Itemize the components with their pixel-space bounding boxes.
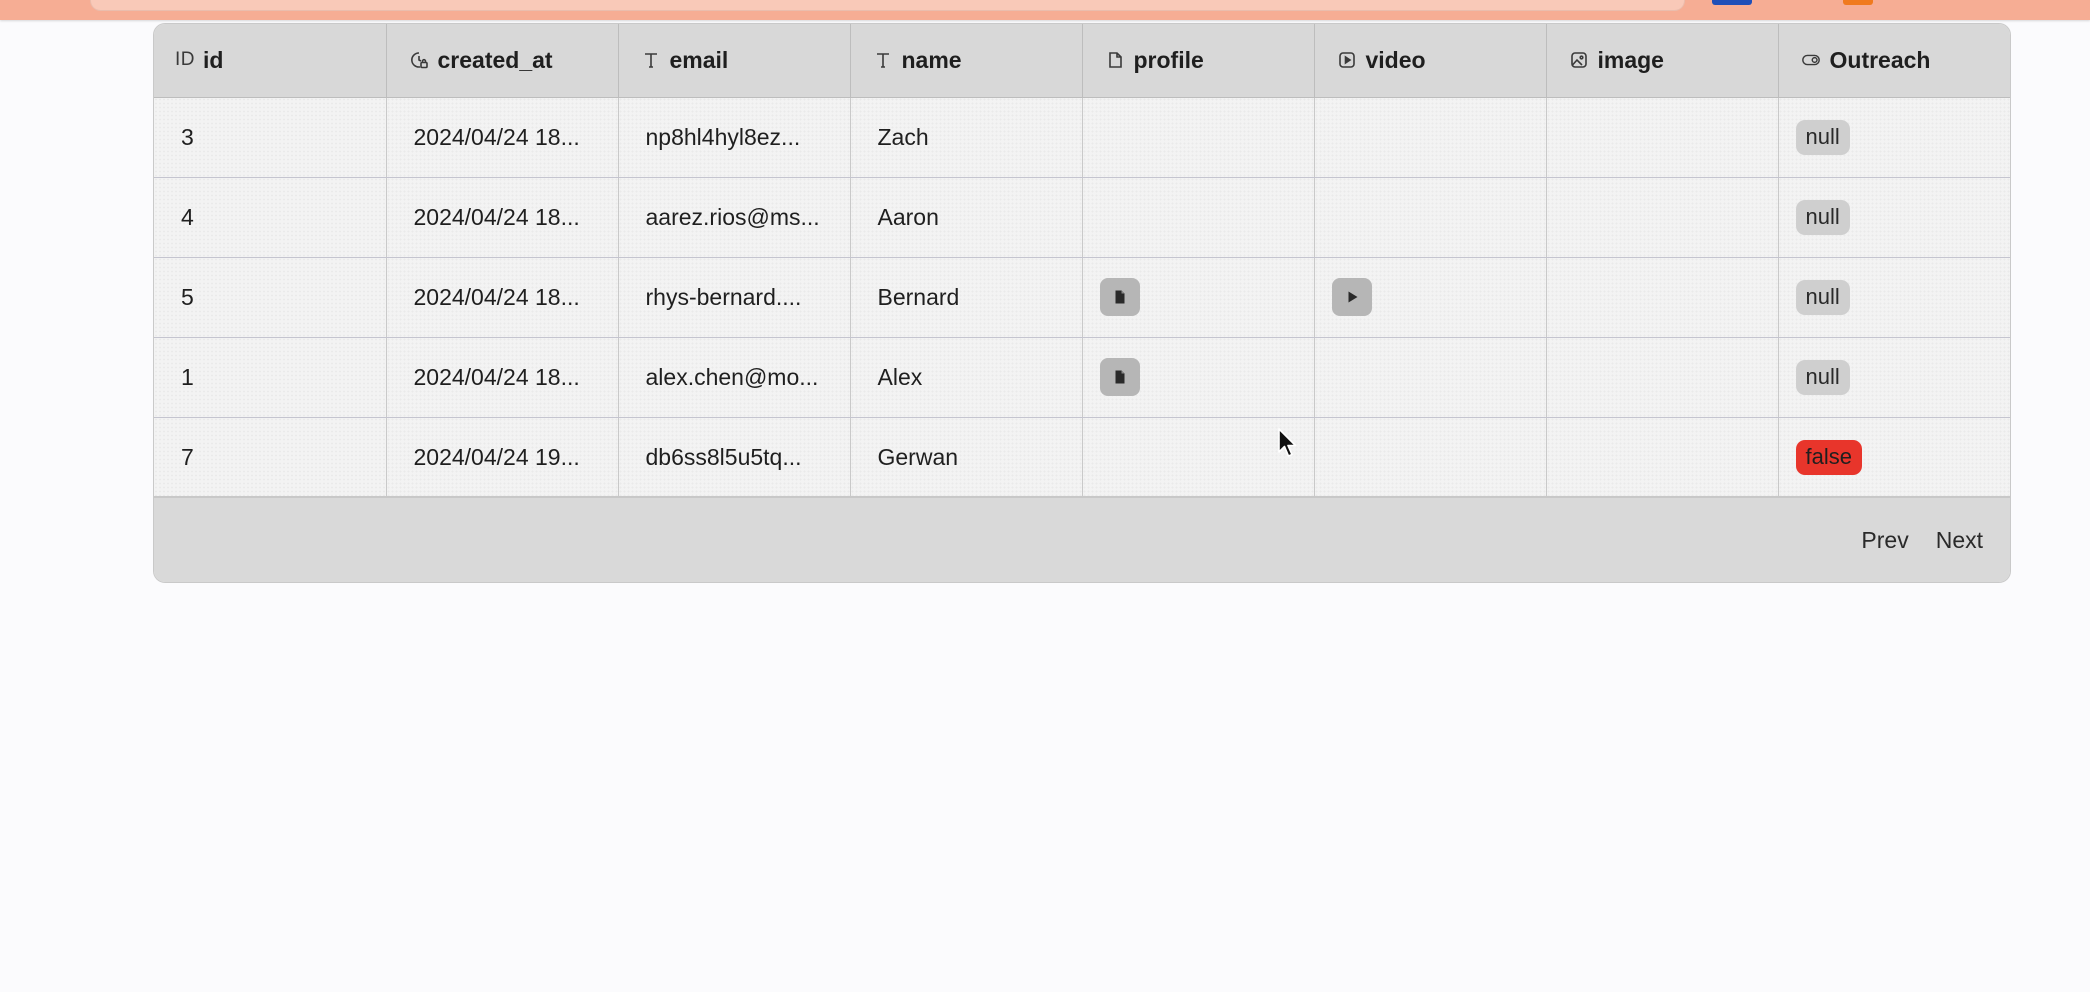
cell-id[interactable]: 1: [154, 337, 387, 418]
cell-image[interactable]: [1546, 97, 1779, 178]
cell-profile[interactable]: [1082, 337, 1315, 418]
file-icon: [1115, 370, 1124, 384]
cell-outreach[interactable]: null: [1778, 257, 2010, 338]
cell-created-at[interactable]: 2024/04/24 18...: [386, 177, 619, 258]
column-header-profile[interactable]: profile: [1082, 24, 1315, 98]
column-label: profile: [1133, 46, 1204, 73]
cell-email[interactable]: np8hl4hyl8ez...: [618, 97, 851, 178]
toggle-icon: [1800, 49, 1822, 71]
pagination-bar: Prev Next: [154, 496, 2010, 582]
text-type-icon: [872, 49, 894, 71]
cell-created-at[interactable]: 2024/04/24 18...: [386, 337, 619, 418]
cell-name[interactable]: Gerwan: [850, 417, 1083, 498]
cell-id[interactable]: 5: [154, 257, 387, 338]
cell-video[interactable]: [1314, 337, 1547, 418]
data-table: ID id created_at email name profile vide…: [154, 24, 2010, 498]
browser-toolbar: [0, 0, 2090, 20]
prev-page-button[interactable]: Prev: [1861, 527, 1908, 554]
table-header-row: ID id created_at email name profile vide…: [154, 24, 2010, 98]
status-badge: null: [1795, 359, 1850, 395]
column-label: Outreach: [1829, 46, 1931, 73]
cell-video[interactable]: [1314, 417, 1547, 498]
text-type-icon: [640, 49, 662, 71]
cell-profile[interactable]: [1082, 257, 1315, 338]
cell-created-at[interactable]: 2024/04/24 19...: [386, 417, 619, 498]
column-header-name[interactable]: name: [850, 24, 1083, 98]
cell-name[interactable]: Alex: [850, 337, 1083, 418]
cell-video[interactable]: [1314, 177, 1547, 258]
cell-email[interactable]: alex.chen@mo...: [618, 337, 851, 418]
cell-name[interactable]: Zach: [850, 97, 1083, 178]
cell-profile[interactable]: [1082, 97, 1315, 178]
id-text-icon: ID: [175, 49, 195, 71]
play-icon: [1348, 291, 1357, 303]
column-label: created_at: [437, 46, 553, 73]
cell-outreach[interactable]: null: [1778, 97, 2010, 178]
cell-outreach[interactable]: null: [1778, 177, 2010, 258]
cell-video[interactable]: [1314, 97, 1547, 178]
image-icon: [1568, 49, 1590, 71]
status-badge: null: [1795, 279, 1850, 315]
table-row[interactable]: 3 2024/04/24 18... np8hl4hyl8ez... Zach …: [154, 97, 2010, 178]
cell-email[interactable]: db6ss8l5u5tq...: [618, 417, 851, 498]
cell-created-at[interactable]: 2024/04/24 18...: [386, 257, 619, 338]
cell-outreach[interactable]: null: [1778, 337, 2010, 418]
cell-video[interactable]: [1314, 257, 1547, 338]
video-attachment-button[interactable]: [1331, 278, 1372, 316]
data-table-card: ID id created_at email name profile vide…: [153, 23, 2011, 583]
cell-name[interactable]: Aaron: [850, 177, 1083, 258]
status-badge: false: [1795, 439, 1862, 475]
file-icon: [1115, 290, 1124, 304]
extension-icon[interactable]: [1843, 0, 1873, 5]
mouse-pointer-icon: [1278, 428, 1297, 457]
column-header-video[interactable]: video: [1314, 24, 1547, 98]
cell-outreach[interactable]: false: [1778, 417, 2010, 498]
table-row[interactable]: 5 2024/04/24 18... rhys-bernard.... Bern…: [154, 257, 2010, 338]
column-header-outreach[interactable]: Outreach: [1778, 24, 2010, 98]
cell-id[interactable]: 4: [154, 177, 387, 258]
clock-lock-icon: [408, 49, 430, 71]
table-row[interactable]: 4 2024/04/24 18... aarez.rios@ms... Aaro…: [154, 177, 2010, 258]
cell-image[interactable]: [1546, 177, 1779, 258]
cell-image[interactable]: [1546, 257, 1779, 338]
column-label: id: [203, 46, 224, 73]
column-header-email[interactable]: email: [618, 24, 851, 98]
column-label: name: [901, 46, 962, 73]
cell-email[interactable]: aarez.rios@ms...: [618, 177, 851, 258]
next-page-button[interactable]: Next: [1936, 527, 1983, 554]
file-attachment-button[interactable]: [1099, 358, 1140, 396]
cell-email[interactable]: rhys-bernard....: [618, 257, 851, 338]
cell-profile[interactable]: [1082, 177, 1315, 258]
column-header-image[interactable]: image: [1546, 24, 1779, 98]
cell-id[interactable]: 7: [154, 417, 387, 498]
file-attachment-button[interactable]: [1099, 278, 1140, 316]
address-bar[interactable]: [90, 0, 1685, 11]
cell-image[interactable]: [1546, 337, 1779, 418]
column-header-created-at[interactable]: created_at: [386, 24, 619, 98]
column-label: email: [669, 46, 729, 73]
cell-id[interactable]: 3: [154, 97, 387, 178]
play-square-icon: [1336, 49, 1358, 71]
cell-name[interactable]: Bernard: [850, 257, 1083, 338]
cell-image[interactable]: [1546, 417, 1779, 498]
table-row[interactable]: 1 2024/04/24 18... alex.chen@mo... Alex …: [154, 337, 2010, 418]
column-header-id[interactable]: ID id: [154, 24, 387, 98]
column-label: image: [1597, 46, 1664, 73]
table-row[interactable]: 7 2024/04/24 19... db6ss8l5u5tq... Gerwa…: [154, 417, 2010, 498]
extension-icon[interactable]: [1712, 0, 1752, 5]
file-icon: [1104, 49, 1126, 71]
status-badge: null: [1795, 119, 1850, 155]
cell-created-at[interactable]: 2024/04/24 18...: [386, 97, 619, 178]
status-badge: null: [1795, 199, 1850, 235]
column-label: video: [1365, 46, 1426, 73]
